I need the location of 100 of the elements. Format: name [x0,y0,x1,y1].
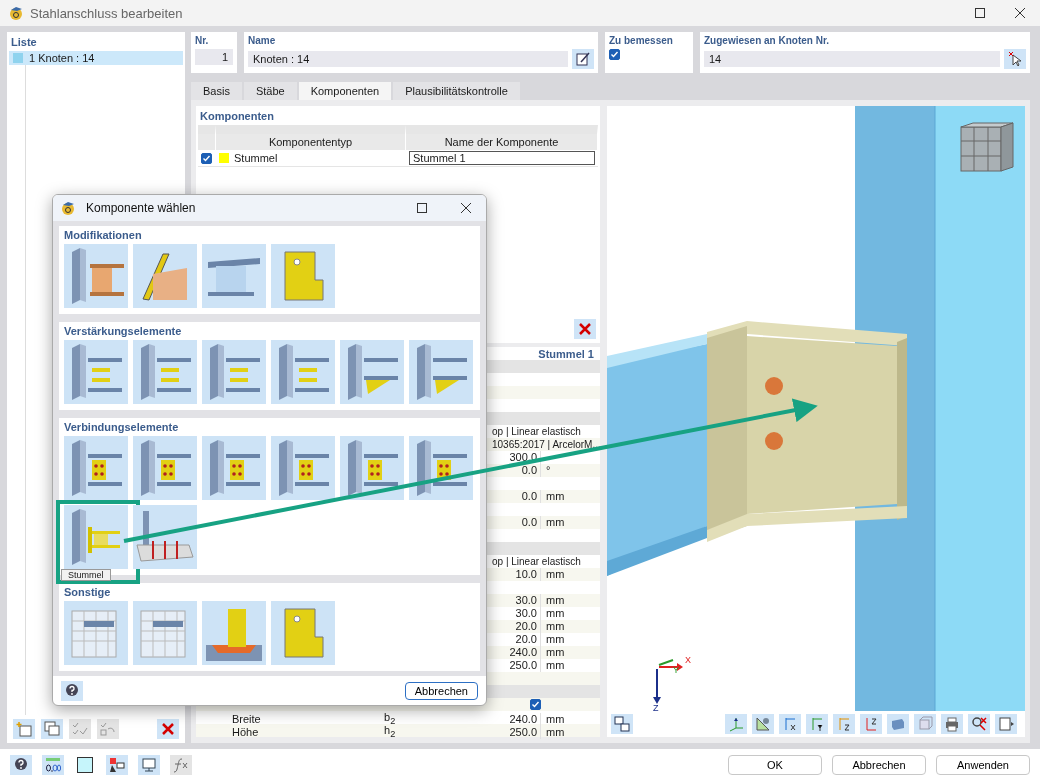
table-cell: 10.0 [492,568,541,581]
component-tile[interactable] [271,340,335,404]
zoom-reset-icon[interactable] [968,714,990,734]
group-title: Verbindungselemente [64,421,180,433]
app-logo-icon [8,5,24,21]
component-tile[interactable] [271,436,335,500]
panel-title: Komponenten [199,109,275,124]
tab[interactable]: Plausibilitätskontrolle [393,82,520,100]
table-cell: 0.0 [492,490,541,503]
unit-cell-text: mm [545,620,566,633]
checkbox[interactable] [201,152,212,164]
measure-icon[interactable] [752,714,774,734]
component-tile[interactable] [64,340,128,404]
field-label: Zugewiesen an Knoten Nr. [704,35,831,46]
component-tile[interactable] [133,340,197,404]
check-all-icon[interactable] [69,719,91,739]
unit-cell-text: mm [545,659,566,672]
close-icon[interactable] [461,203,471,213]
table-cell-text: Höhe [231,726,260,740]
view-minus-z-icon[interactable] [860,714,882,734]
tab[interactable]: Stäbe [243,82,297,100]
new-item-icon[interactable] [13,719,35,739]
display-mode-icon[interactable] [887,714,909,734]
header-cell [198,125,216,150]
close-icon[interactable] [1015,8,1025,18]
component-tile[interactable] [409,436,473,500]
delete-icon[interactable] [574,319,596,339]
print-icon[interactable] [941,714,963,734]
component-tile[interactable] [64,244,128,308]
table-cell: 30.0 [492,594,541,607]
decimal-places-icon[interactable] [42,754,64,775]
box-view-icon[interactable] [914,714,936,734]
z-axis-arrow [653,668,661,704]
help-icon[interactable] [10,754,32,775]
checkbox[interactable] [530,699,541,710]
cancel-button[interactable]: Abbrechen [404,681,478,700]
display-settings-icon[interactable] [106,754,128,775]
list-item[interactable]: 1 Knoten : 14 [9,51,183,65]
view-x-icon[interactable] [779,714,801,734]
column-header: Komponententyp [216,125,406,150]
table-cell: 240.0 [492,646,541,659]
copy-icon[interactable] [41,719,63,739]
axis-label: X [685,655,691,665]
component-tile[interactable] [340,436,404,500]
field-label: Nr. [195,35,210,46]
tab[interactable]: Komponenten [298,82,392,100]
component-tile[interactable] [202,244,266,308]
pick-cursor-icon[interactable] [1004,49,1026,69]
number-field[interactable]: 1 [195,49,233,65]
tab[interactable]: Basis [191,82,242,100]
view-z-icon[interactable] [833,714,855,734]
component-tile[interactable] [271,601,335,665]
delete-icon[interactable] [157,719,179,739]
maximize-icon[interactable] [417,203,427,213]
axis-label: Z [653,703,659,711]
dialog-button[interactable]: Anwenden [936,754,1030,775]
navigation-cube-icon [960,122,1014,174]
checkbox[interactable] [609,49,620,60]
name-field[interactable]: Knoten : 14 [248,51,568,67]
component-tile[interactable] [271,244,335,308]
component-tile[interactable] [340,340,404,404]
axes-icon[interactable] [725,714,747,734]
component-tile[interactable] [133,436,197,500]
view-window-icon[interactable] [138,754,160,775]
component-tile[interactable] [64,601,128,665]
panel-toggle-icon[interactable] [995,714,1017,734]
maximize-icon[interactable] [975,8,985,18]
table-cell: 250.0 [492,726,541,740]
dialog-button[interactable]: Abbrechen [832,754,926,775]
component-tile[interactable] [202,436,266,500]
component-tile[interactable] [202,601,266,665]
table-cell: 0.0 [492,516,541,529]
table-cell-text: op | Linear elastisch [492,555,582,568]
panel-title: Stummel 1 [537,349,595,360]
component-tile[interactable] [133,601,197,665]
name-input[interactable]: Stummel 1 [409,151,595,165]
component-tile[interactable] [64,436,128,500]
component-tile[interactable] [202,340,266,404]
node-field[interactable]: 14 [704,51,1000,67]
component-tile[interactable] [64,505,128,569]
component-tile[interactable] [133,244,197,308]
color-box-icon[interactable] [74,754,96,775]
table-cell: 20.0 [492,620,541,633]
edit-icon[interactable] [572,49,594,69]
dialog-button[interactable]: OK [728,754,822,775]
unit-cell-text: mm [545,568,566,581]
view-sync-icon[interactable] [611,714,633,734]
group-title: Modifikationen [64,229,143,241]
group-title: Verstärkungselemente [64,325,183,337]
panel-title: Liste [10,35,38,50]
component-tile[interactable] [409,340,473,404]
toggle-check-icon[interactable] [97,719,119,739]
window-title: Stahlanschluss bearbeiten [30,5,184,21]
component-tile[interactable] [133,505,197,569]
help-icon[interactable] [61,680,83,701]
formula-icon[interactable] [170,754,192,775]
unit-cell-text: mm [545,646,566,659]
unit-cell-text: mm [545,726,566,740]
group-title: Sonstige [64,586,112,598]
view-y-icon[interactable] [806,714,828,734]
